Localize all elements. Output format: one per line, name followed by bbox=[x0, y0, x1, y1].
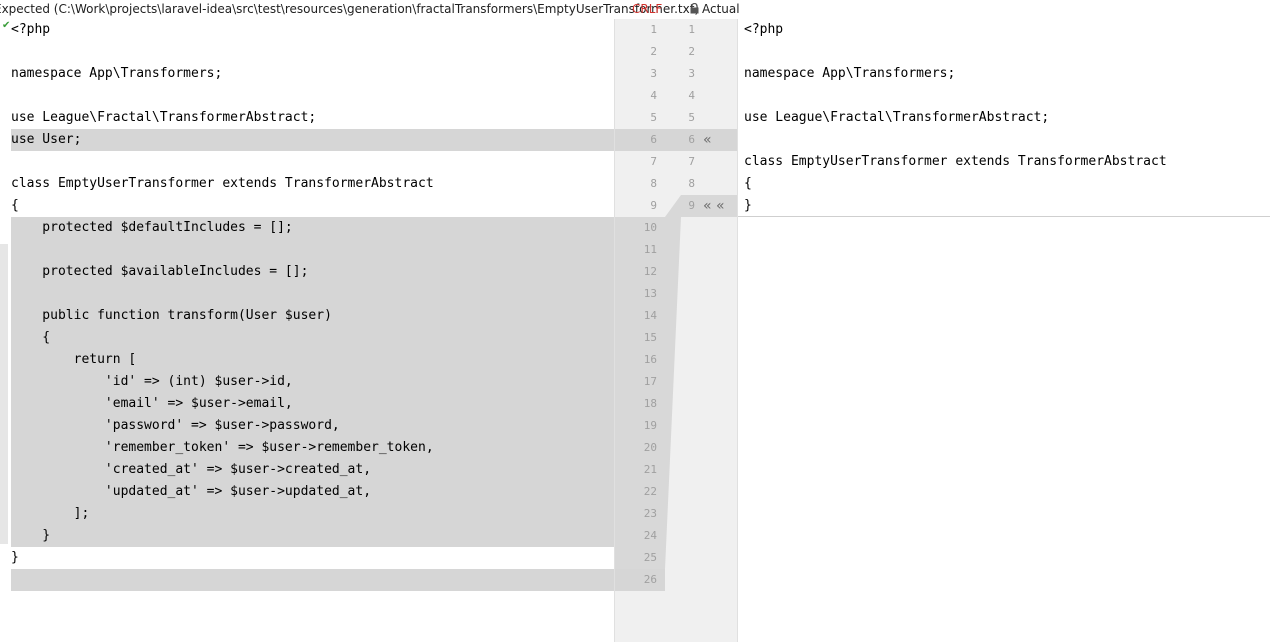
code-line[interactable]: 'updated_at' => $user->updated_at, bbox=[11, 481, 614, 503]
code-line[interactable]: } bbox=[738, 195, 1270, 217]
code-line[interactable]: namespace App\Transformers; bbox=[0, 63, 614, 85]
left-line-number: 26 bbox=[643, 573, 657, 586]
code-line[interactable] bbox=[0, 151, 614, 173]
code-line[interactable]: { bbox=[11, 327, 614, 349]
left-line-number: 9 bbox=[650, 199, 657, 212]
code-line[interactable]: 'created_at' => $user->created_at, bbox=[11, 459, 614, 481]
diff-gutter: 1 2 3 4 5 6 7 8 9 10 11 12 13 14 15 16 17 18 19 20 21 22 23 24 2… bbox=[614, 19, 738, 642]
code-line[interactable]: protected $defaultIncludes = []; bbox=[11, 217, 614, 239]
left-line-number: 24 bbox=[643, 529, 657, 542]
left-line-number: 10 bbox=[643, 221, 657, 234]
left-line-number: 23 bbox=[643, 507, 657, 520]
code-line[interactable] bbox=[738, 129, 1270, 151]
code-line[interactable] bbox=[738, 85, 1270, 107]
code-line[interactable] bbox=[0, 85, 614, 107]
right-line-number: 3 bbox=[688, 67, 695, 80]
left-line-number: 19 bbox=[643, 419, 657, 432]
left-line-number: 6 bbox=[650, 133, 657, 146]
code-line[interactable]: { bbox=[738, 173, 1270, 195]
code-line[interactable]: <?php bbox=[738, 19, 1270, 41]
expected-editor[interactable]: ✔ <?php namespace App\Transformers; use Le… bbox=[0, 19, 614, 642]
right-line-number: 1 bbox=[688, 23, 695, 36]
code-line[interactable]: public function transform(User $user) bbox=[11, 305, 614, 327]
expected-code[interactable]: <?php namespace App\Transformers; use Leag… bbox=[0, 19, 614, 591]
right-line-number: 8 bbox=[688, 177, 695, 190]
code-line[interactable] bbox=[0, 41, 614, 63]
actual-editor[interactable]: <?php namespace App\Transformers; use Leag… bbox=[738, 19, 1270, 642]
left-line-number: 11 bbox=[643, 243, 657, 256]
left-line-number: 12 bbox=[643, 265, 657, 278]
left-line-number: 7 bbox=[650, 155, 657, 168]
code-line[interactable] bbox=[738, 41, 1270, 63]
diff-header: Expected (C:\Work\projects\laravel-idea\… bbox=[0, 0, 1270, 19]
code-line[interactable]: { bbox=[0, 195, 614, 217]
right-line-number: 4 bbox=[688, 89, 695, 102]
actual-code[interactable]: <?php namespace App\Transformers; use Leag… bbox=[738, 19, 1270, 217]
code-line[interactable]: 'email' => $user->email, bbox=[11, 393, 614, 415]
code-line[interactable]: class EmptyUserTransformer extends Trans… bbox=[738, 151, 1270, 173]
code-line[interactable] bbox=[11, 283, 614, 305]
left-line-number: 5 bbox=[650, 111, 657, 124]
left-line-number: 20 bbox=[643, 441, 657, 454]
apply-all-arrow-icon[interactable]: « « bbox=[703, 195, 725, 217]
code-line[interactable] bbox=[11, 239, 614, 261]
left-line-number: 18 bbox=[643, 397, 657, 410]
right-line-number: 5 bbox=[688, 111, 695, 124]
left-line-number: 14 bbox=[643, 309, 657, 322]
left-line-number: 4 bbox=[650, 89, 657, 102]
code-line[interactable]: protected $availableIncludes = []; bbox=[11, 261, 614, 283]
expected-file-title: Expected (C:\Work\projects\laravel-idea\… bbox=[0, 2, 700, 16]
left-line-number: 22 bbox=[643, 485, 657, 498]
code-line[interactable]: return [ bbox=[11, 349, 614, 371]
right-line-number: 6 bbox=[688, 133, 695, 146]
code-line[interactable]: <?php bbox=[0, 19, 614, 41]
left-line-number: 21 bbox=[643, 463, 657, 476]
code-line[interactable]: use League\Fractal\TransformerAbstract; bbox=[738, 107, 1270, 129]
code-line[interactable] bbox=[11, 569, 614, 591]
left-line-number: 17 bbox=[643, 375, 657, 388]
code-line[interactable]: use League\Fractal\TransformerAbstract; bbox=[0, 107, 614, 129]
code-line[interactable]: class EmptyUserTransformer extends Trans… bbox=[0, 173, 614, 195]
left-line-number: 15 bbox=[643, 331, 657, 344]
apply-change-arrow-icon[interactable]: « bbox=[703, 129, 712, 151]
left-line-number: 16 bbox=[643, 353, 657, 366]
right-line-number: 7 bbox=[688, 155, 695, 168]
left-line-number: 8 bbox=[650, 177, 657, 190]
left-line-number: 3 bbox=[650, 67, 657, 80]
code-line[interactable]: 'remember_token' => $user->remember_toke… bbox=[11, 437, 614, 459]
code-line[interactable]: 'id' => (int) $user->id, bbox=[11, 371, 614, 393]
actual-title-label: Actual bbox=[702, 2, 740, 16]
right-line-number: 9 bbox=[688, 199, 695, 212]
right-line-number: 2 bbox=[688, 45, 695, 58]
code-line[interactable]: ]; bbox=[11, 503, 614, 525]
line-ending-indicator[interactable]: CRLF bbox=[632, 0, 662, 19]
code-line[interactable]: } bbox=[0, 547, 614, 569]
fold-marker bbox=[0, 244, 8, 544]
code-line[interactable]: namespace App\Transformers; bbox=[738, 63, 1270, 85]
actual-title: Actual bbox=[690, 0, 740, 19]
left-line-number: 25 bbox=[643, 551, 657, 564]
left-line-number: 13 bbox=[643, 287, 657, 300]
left-line-number: 2 bbox=[650, 45, 657, 58]
lock-icon bbox=[690, 3, 699, 14]
code-line[interactable]: 'password' => $user->password, bbox=[11, 415, 614, 437]
code-line[interactable]: use User; bbox=[11, 129, 614, 151]
code-line[interactable]: } bbox=[11, 525, 614, 547]
left-line-number: 1 bbox=[650, 23, 657, 36]
